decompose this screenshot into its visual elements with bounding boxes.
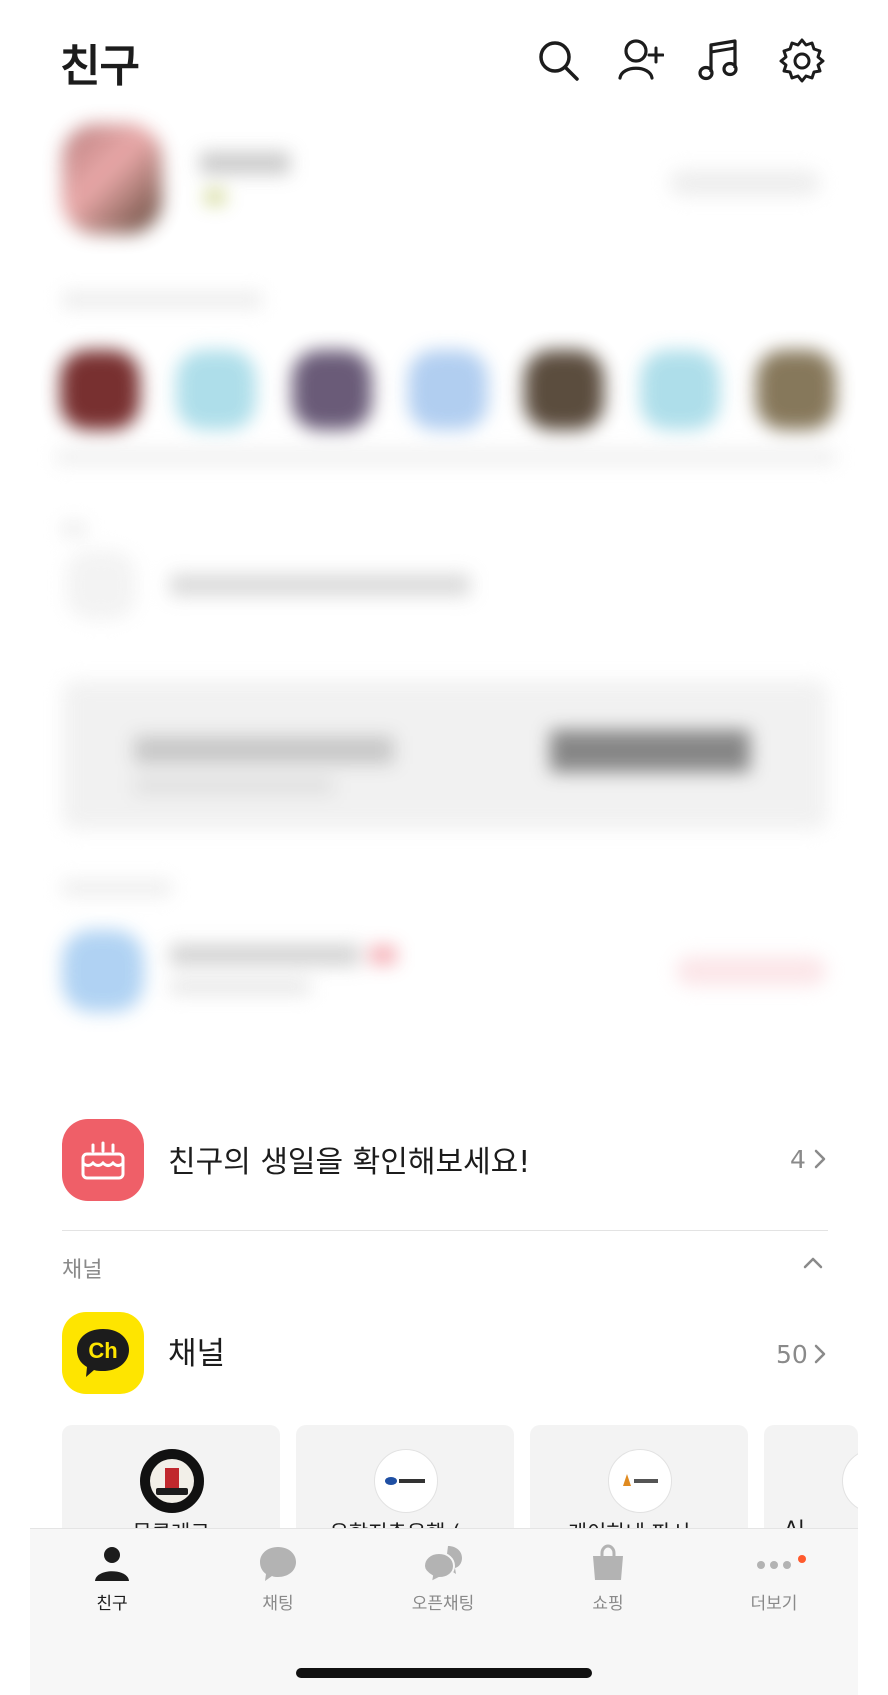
search-icon[interactable] [534, 36, 582, 84]
tab-label: 오픈채팅 [411, 1594, 475, 1614]
channel-icon: Ch [62, 1312, 144, 1394]
chevron-up-icon[interactable] [800, 1250, 826, 1276]
tab-shopping[interactable]: 쇼핑 [548, 1543, 668, 1614]
notification-badge [798, 1555, 806, 1563]
music-icon[interactable] [696, 36, 744, 84]
add-friend-icon[interactable] [616, 36, 665, 84]
birthday-count[interactable]: 4 [790, 1145, 806, 1174]
svg-text:Ch: Ch [88, 1338, 117, 1363]
channel-logo [140, 1449, 204, 1513]
birthday-count-value: 4 [790, 1145, 806, 1174]
tab-friends[interactable]: 친구 [52, 1543, 172, 1614]
channel-count[interactable]: 50 [776, 1340, 808, 1369]
channel-label[interactable]: 채널 [168, 1328, 225, 1373]
shopping-bag-icon [593, 1544, 623, 1580]
chevron-right-icon[interactable] [812, 1148, 828, 1170]
blurred-content [0, 110, 888, 1110]
tab-label: 쇼핑 [592, 1594, 624, 1614]
tab-label: 채팅 [262, 1594, 294, 1614]
more-icon [757, 1561, 791, 1569]
channel-count-value: 50 [776, 1340, 808, 1369]
home-indicator[interactable] [296, 1668, 592, 1678]
channel-logo [608, 1449, 672, 1513]
page-title: 친구 [60, 41, 140, 92]
chat-bubble-icon [260, 1547, 296, 1581]
tab-label: 더보기 [750, 1594, 798, 1614]
open-chat-icon [423, 1546, 462, 1583]
section-label-channel: 채널 [62, 1258, 103, 1283]
person-icon [95, 1547, 129, 1581]
birthday-text[interactable]: 친구의 생일을 확인해보세요! [168, 1137, 530, 1181]
tab-label: 친구 [96, 1594, 128, 1614]
channel-logo [842, 1449, 858, 1513]
chevron-right-icon[interactable] [812, 1343, 828, 1365]
divider [62, 1230, 828, 1231]
tab-more[interactable]: 더보기 [714, 1543, 834, 1614]
tab-openchat[interactable]: 오픈채팅 [383, 1543, 503, 1614]
channel-logo [374, 1449, 438, 1513]
cake-icon [62, 1119, 144, 1201]
tab-chats[interactable]: 채팅 [218, 1543, 338, 1614]
settings-icon[interactable] [778, 36, 826, 84]
